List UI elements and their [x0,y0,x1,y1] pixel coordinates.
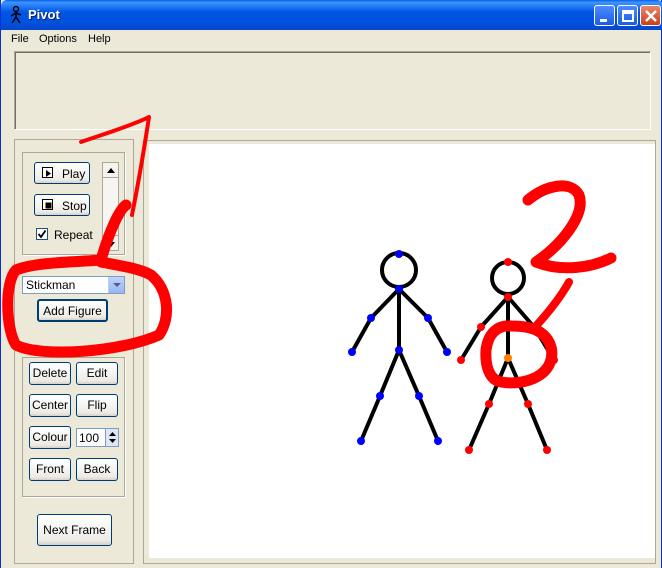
frames-strip[interactable] [14,51,651,130]
play-button[interactable]: Play [34,162,90,184]
delete-button[interactable]: Delete [29,362,71,385]
spin-buttons[interactable] [105,429,118,446]
stop-icon [42,199,53,210]
thickness-stepper[interactable]: 100 [76,428,119,447]
menu-help[interactable]: Help [88,33,111,45]
menu-options[interactable]: Options [39,33,77,45]
stickman-joints-red[interactable] [457,258,558,454]
flip-button[interactable]: Flip [76,394,118,417]
maximize-icon [622,10,634,22]
app-window: Pivot File Options Help Play Stop Repeat… [0,0,662,568]
thickness-value: 100 [79,431,100,445]
colour-button[interactable]: Colour [29,426,71,449]
dropdown-button[interactable] [108,277,124,293]
stage-drawing [348,250,558,454]
repeat-label: Repeat [54,228,93,242]
stop-label: Stop [62,199,87,213]
arrow-down-icon [107,242,115,247]
title-bar[interactable]: Pivot [1,0,662,30]
stickman-joints-blue[interactable] [348,250,451,445]
animation-canvas[interactable] [149,144,655,558]
maximize-button[interactable] [617,5,638,26]
stop-button[interactable]: Stop [34,194,90,216]
center-button[interactable]: Center [29,394,71,417]
play-label: Play [62,167,86,181]
close-icon [645,10,657,22]
menu-file[interactable]: File [11,33,29,45]
speed-slider-up[interactable] [102,162,119,178]
close-button[interactable] [640,5,661,26]
front-button[interactable]: Front [29,458,71,481]
repeat-checkbox[interactable] [36,228,48,240]
speed-slider-down[interactable] [102,235,119,251]
figure-type-value: Stickman [26,278,76,292]
spin-arrows-icon [109,432,116,443]
arrow-up-icon [107,168,115,173]
figure-type-select[interactable]: Stickman [22,276,125,294]
add-figure-button[interactable]: Add Figure [37,299,108,322]
edit-button[interactable]: Edit [76,362,118,385]
stickman-app-icon [10,5,22,24]
window-title: Pivot [28,7,60,22]
checkmark-icon [37,229,47,239]
next-frame-button[interactable]: Next Frame [37,514,112,546]
back-button[interactable]: Back [76,458,118,481]
minimize-button[interactable] [594,5,615,26]
minimize-icon [600,19,607,22]
play-icon [42,167,53,178]
menu-bar: File Options Help [1,30,661,49]
chevron-down-icon [113,283,121,287]
